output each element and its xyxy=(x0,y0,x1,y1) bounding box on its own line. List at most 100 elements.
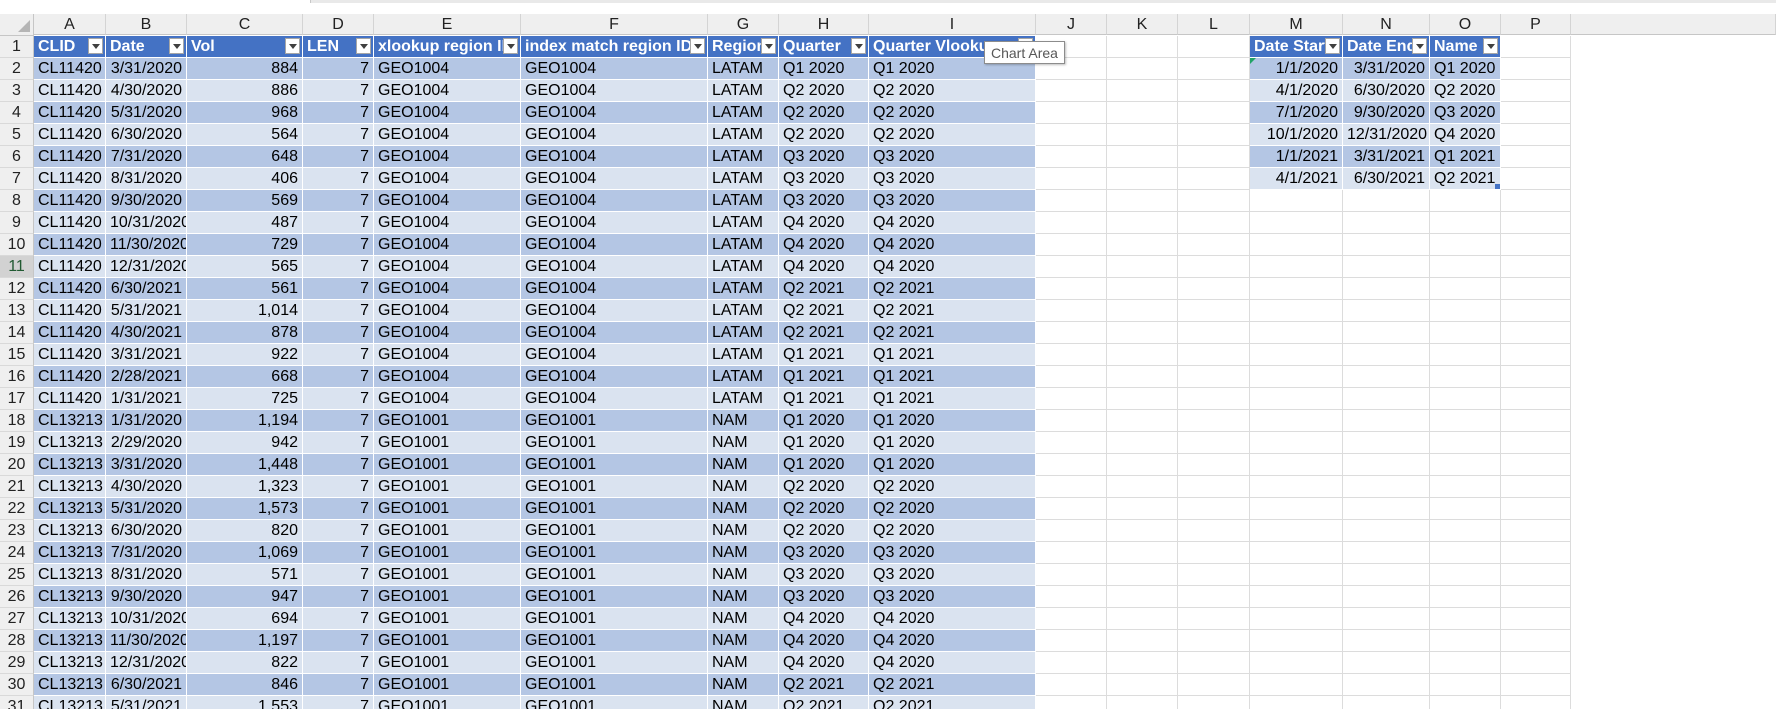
cell-a31[interactable]: CL13213 xyxy=(34,696,106,709)
cell-b30[interactable]: 6/30/2021 xyxy=(106,674,187,696)
row-header-6[interactable]: 6 xyxy=(0,146,34,168)
cell-o8[interactable] xyxy=(1430,190,1501,212)
cell-n8[interactable] xyxy=(1343,190,1430,212)
cell-g15[interactable]: LATAM xyxy=(708,344,779,366)
cell-i18[interactable]: Q1 2020 xyxy=(869,410,1036,432)
row-header-25[interactable]: 25 xyxy=(0,564,34,586)
cell-l2[interactable] xyxy=(1178,58,1250,80)
cell-h21[interactable]: Q2 2020 xyxy=(779,476,869,498)
cell-g16[interactable]: LATAM xyxy=(708,366,779,388)
cell-f2[interactable]: GEO1004 xyxy=(521,58,708,80)
cell-g8[interactable]: LATAM xyxy=(708,190,779,212)
cell-n16[interactable] xyxy=(1343,366,1430,388)
cell-a19[interactable]: CL13213 xyxy=(34,432,106,454)
row-header-9[interactable]: 9 xyxy=(0,212,34,234)
cell-f15[interactable]: GEO1004 xyxy=(521,344,708,366)
cell-a7[interactable]: CL11420 xyxy=(34,168,106,190)
filter-dropdown-icon[interactable] xyxy=(285,38,300,54)
cell-p22[interactable] xyxy=(1501,498,1571,520)
cell-i7[interactable]: Q3 2020 xyxy=(869,168,1036,190)
cell-k21[interactable] xyxy=(1107,476,1178,498)
cell-d27[interactable]: 7 xyxy=(303,608,374,630)
cell-f22[interactable]: GEO1001 xyxy=(521,498,708,520)
cell-h25[interactable]: Q3 2020 xyxy=(779,564,869,586)
cell-f31[interactable]: GEO1001 xyxy=(521,696,708,709)
column-header-o[interactable]: O xyxy=(1430,14,1501,35)
cell-h31[interactable]: Q2 2021 xyxy=(779,696,869,709)
cell-h10[interactable]: Q4 2020 xyxy=(779,234,869,256)
cell-i10[interactable]: Q4 2020 xyxy=(869,234,1036,256)
cell-b21[interactable]: 4/30/2020 xyxy=(106,476,187,498)
cell-o12[interactable] xyxy=(1430,278,1501,300)
cell-n23[interactable] xyxy=(1343,520,1430,542)
cell-l8[interactable] xyxy=(1178,190,1250,212)
cell-j23[interactable] xyxy=(1036,520,1107,542)
cell-e24[interactable]: GEO1001 xyxy=(374,542,521,564)
cell-l15[interactable] xyxy=(1178,344,1250,366)
cell-k13[interactable] xyxy=(1107,300,1178,322)
row-header-28[interactable]: 28 xyxy=(0,630,34,652)
cell-o21[interactable] xyxy=(1430,476,1501,498)
cell-k4[interactable] xyxy=(1107,102,1178,124)
row-header-3[interactable]: 3 xyxy=(0,80,34,102)
cell-p5[interactable] xyxy=(1501,124,1571,146)
cell-e22[interactable]: GEO1001 xyxy=(374,498,521,520)
row-header-14[interactable]: 14 xyxy=(0,322,34,344)
cell-o30[interactable] xyxy=(1430,674,1501,696)
cell-g7[interactable]: LATAM xyxy=(708,168,779,190)
cell-k31[interactable] xyxy=(1107,696,1178,709)
cell-h6[interactable]: Q3 2020 xyxy=(779,146,869,168)
cell-b12[interactable]: 6/30/2021 xyxy=(106,278,187,300)
cell-i29[interactable]: Q4 2020 xyxy=(869,652,1036,674)
cell-j15[interactable] xyxy=(1036,344,1107,366)
cell-l14[interactable] xyxy=(1178,322,1250,344)
cell-m9[interactable] xyxy=(1250,212,1343,234)
cell-g13[interactable]: LATAM xyxy=(708,300,779,322)
row-header-24[interactable]: 24 xyxy=(0,542,34,564)
cell-p11[interactable] xyxy=(1501,256,1571,278)
cell-l23[interactable] xyxy=(1178,520,1250,542)
cell-j11[interactable] xyxy=(1036,256,1107,278)
cell-j8[interactable] xyxy=(1036,190,1107,212)
cell-g11[interactable]: LATAM xyxy=(708,256,779,278)
cell-j13[interactable] xyxy=(1036,300,1107,322)
cell-n24[interactable] xyxy=(1343,542,1430,564)
cell-b27[interactable]: 10/31/2020 xyxy=(106,608,187,630)
row-header-21[interactable]: 21 xyxy=(0,476,34,498)
cell-d8[interactable]: 7 xyxy=(303,190,374,212)
cell-c20[interactable]: 1,448 xyxy=(187,454,303,476)
cell-l9[interactable] xyxy=(1178,212,1250,234)
cell-n14[interactable] xyxy=(1343,322,1430,344)
cell-e28[interactable]: GEO1001 xyxy=(374,630,521,652)
cell-p21[interactable] xyxy=(1501,476,1571,498)
cell-n25[interactable] xyxy=(1343,564,1430,586)
cell-e13[interactable]: GEO1004 xyxy=(374,300,521,322)
cell-k22[interactable] xyxy=(1107,498,1178,520)
cell-d14[interactable]: 7 xyxy=(303,322,374,344)
cell-a18[interactable]: CL13213 xyxy=(34,410,106,432)
cell-g31[interactable]: NAM xyxy=(708,696,779,709)
cell-e26[interactable]: GEO1001 xyxy=(374,586,521,608)
cell-f16[interactable]: GEO1004 xyxy=(521,366,708,388)
cell-h7[interactable]: Q3 2020 xyxy=(779,168,869,190)
cell-a28[interactable]: CL13213 xyxy=(34,630,106,652)
cell-m22[interactable] xyxy=(1250,498,1343,520)
cell-f28[interactable]: GEO1001 xyxy=(521,630,708,652)
cell-d28[interactable]: 7 xyxy=(303,630,374,652)
cell-p29[interactable] xyxy=(1501,652,1571,674)
cell-b29[interactable]: 12/31/2020 xyxy=(106,652,187,674)
cell-p23[interactable] xyxy=(1501,520,1571,542)
cell-m13[interactable] xyxy=(1250,300,1343,322)
cell-h18[interactable]: Q1 2020 xyxy=(779,410,869,432)
cell-c6[interactable]: 648 xyxy=(187,146,303,168)
cell-k3[interactable] xyxy=(1107,80,1178,102)
cell-p26[interactable] xyxy=(1501,586,1571,608)
cell-o24[interactable] xyxy=(1430,542,1501,564)
cell-g17[interactable]: LATAM xyxy=(708,388,779,410)
cell-l20[interactable] xyxy=(1178,454,1250,476)
cell-j10[interactable] xyxy=(1036,234,1107,256)
cell-g4[interactable]: LATAM xyxy=(708,102,779,124)
cell-j7[interactable] xyxy=(1036,168,1107,190)
cell-f8[interactable]: GEO1004 xyxy=(521,190,708,212)
cell-i20[interactable]: Q1 2020 xyxy=(869,454,1036,476)
